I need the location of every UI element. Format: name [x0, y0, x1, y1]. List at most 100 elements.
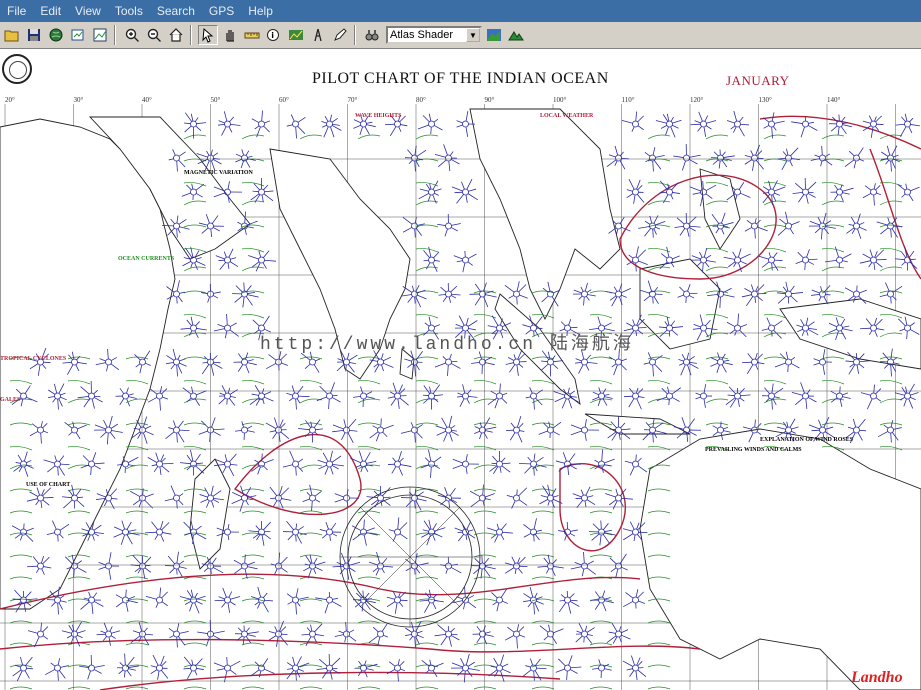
- layer-select-value: Atlas Shader: [390, 29, 453, 41]
- wind-rose-icon: [286, 656, 310, 681]
- info-button[interactable]: i: [264, 25, 284, 45]
- current-arrow: [879, 380, 903, 385]
- wind-rose-icon: [830, 386, 851, 407]
- current-arrow: [647, 620, 671, 624]
- current-arrow: [589, 642, 613, 646]
- current-arrow: [705, 134, 729, 140]
- wind-rose-icon: [605, 283, 631, 307]
- save-icon: [28, 29, 40, 41]
- export-button[interactable]: [68, 25, 88, 45]
- open-icon: [4, 30, 19, 42]
- terrain-button[interactable]: [506, 25, 526, 45]
- current-arrow: [763, 314, 787, 319]
- current-arrow: [9, 686, 33, 690]
- menu-help[interactable]: Help: [241, 0, 280, 22]
- wind-rose-icon: [421, 659, 444, 678]
- binoculars-button[interactable]: [362, 25, 382, 45]
- wind-rose-icon: [434, 144, 460, 171]
- wind-rose-icon: [386, 659, 406, 682]
- pen-button[interactable]: [330, 25, 350, 45]
- map-button[interactable]: [484, 25, 504, 45]
- wind-rose-icon: [164, 485, 184, 509]
- wind-rose-icon: [248, 250, 276, 272]
- current-arrow: [357, 446, 381, 451]
- compass-button[interactable]: [308, 25, 328, 45]
- menu-file[interactable]: File: [0, 0, 33, 22]
- current-arrow: [241, 686, 265, 690]
- zoom-out-button[interactable]: [144, 25, 164, 45]
- wind-rose-icon: [218, 111, 241, 136]
- wind-rose-icon: [233, 554, 258, 579]
- zoom-in-button[interactable]: [122, 25, 142, 45]
- menu-view[interactable]: View: [68, 0, 108, 22]
- menu-tools[interactable]: Tools: [108, 0, 150, 22]
- longitude-tick: 50°: [210, 96, 221, 104]
- wind-rose-icon: [369, 418, 394, 442]
- current-arrow: [647, 380, 671, 385]
- chart-viewport[interactable]: PILOT CHART OF THE INDIAN OCEAN JANUARY …: [0, 49, 921, 690]
- menu-edit[interactable]: Edit: [33, 0, 68, 22]
- wind-rose-icon: [894, 383, 919, 409]
- current-arrow: [241, 576, 265, 580]
- wind-rose-icon: [609, 553, 628, 579]
- longitude-tick: 30°: [73, 96, 84, 104]
- current-arrow: [589, 554, 613, 558]
- wind-rose-icon: [624, 454, 648, 476]
- current-arrow: [647, 224, 671, 228]
- wind-rose-icon: [621, 111, 644, 132]
- longitude-tick: 80°: [416, 96, 426, 104]
- wind-rose-icon: [690, 111, 717, 137]
- current-arrow: [763, 266, 787, 272]
- wind-rose-icon: [656, 386, 681, 406]
- chart-button[interactable]: [90, 25, 110, 45]
- current-arrow: [879, 422, 903, 426]
- current-arrow: [241, 642, 265, 646]
- pan-button[interactable]: [220, 25, 240, 45]
- menu-search[interactable]: Search: [150, 0, 202, 22]
- wind-rose-icon: [555, 655, 582, 680]
- wind-rose-icon: [251, 110, 271, 138]
- globe-button[interactable]: [46, 25, 66, 45]
- current-arrow: [473, 488, 497, 492]
- current-arrow: [67, 576, 91, 580]
- wind-rose-icon: [453, 250, 477, 273]
- current-arrow: [67, 620, 91, 624]
- prevailing-winds-heading: PREVAILING WINDS AND CALMS: [705, 447, 802, 453]
- current-arrow: [589, 686, 613, 690]
- wind-rose-icon: [201, 283, 221, 303]
- wave-heights-heading: WAVE HEIGHTS: [355, 113, 402, 119]
- wind-rose-icon: [27, 622, 49, 648]
- wind-rose-icon: [643, 352, 663, 377]
- current-arrow: [241, 488, 265, 492]
- chevron-down-icon[interactable]: ▼: [466, 28, 480, 42]
- wind-rose-icon: [417, 113, 443, 135]
- wind-rose-icon: [168, 623, 189, 648]
- wind-rose-icon: [400, 422, 424, 443]
- wind-rose-icon: [402, 216, 425, 238]
- save-button[interactable]: [24, 25, 44, 45]
- wind-rose-icon: [420, 449, 442, 478]
- home-button[interactable]: [166, 25, 186, 45]
- wind-rose-icon: [130, 554, 152, 579]
- wind-rose-icon: [147, 386, 169, 411]
- wind-rose-icon: [605, 488, 633, 510]
- current-arrow: [299, 134, 323, 140]
- measure-button[interactable]: [242, 25, 262, 45]
- track-button[interactable]: [286, 25, 306, 45]
- open-button[interactable]: [2, 25, 22, 45]
- wind-rose-icon: [317, 450, 344, 475]
- wind-rose-icon: [879, 282, 903, 304]
- select-button[interactable]: [198, 25, 218, 45]
- longitude-tick: 20°: [5, 96, 15, 104]
- current-arrow: [67, 598, 91, 602]
- wind-rose-icon: [791, 115, 818, 138]
- wind-rose-icon: [862, 183, 882, 206]
- wind-rose-icon: [334, 622, 357, 643]
- wind-rose-icon: [353, 386, 375, 408]
- current-arrow: [531, 380, 555, 385]
- wind-rose-icon: [860, 384, 882, 410]
- menu-gps[interactable]: GPS: [202, 0, 241, 22]
- layer-select[interactable]: Atlas Shader ▼: [386, 26, 482, 44]
- use-of-chart-heading: USE OF CHART: [26, 482, 71, 488]
- menu-bar: File Edit View Tools Search GPS Help: [0, 0, 921, 22]
